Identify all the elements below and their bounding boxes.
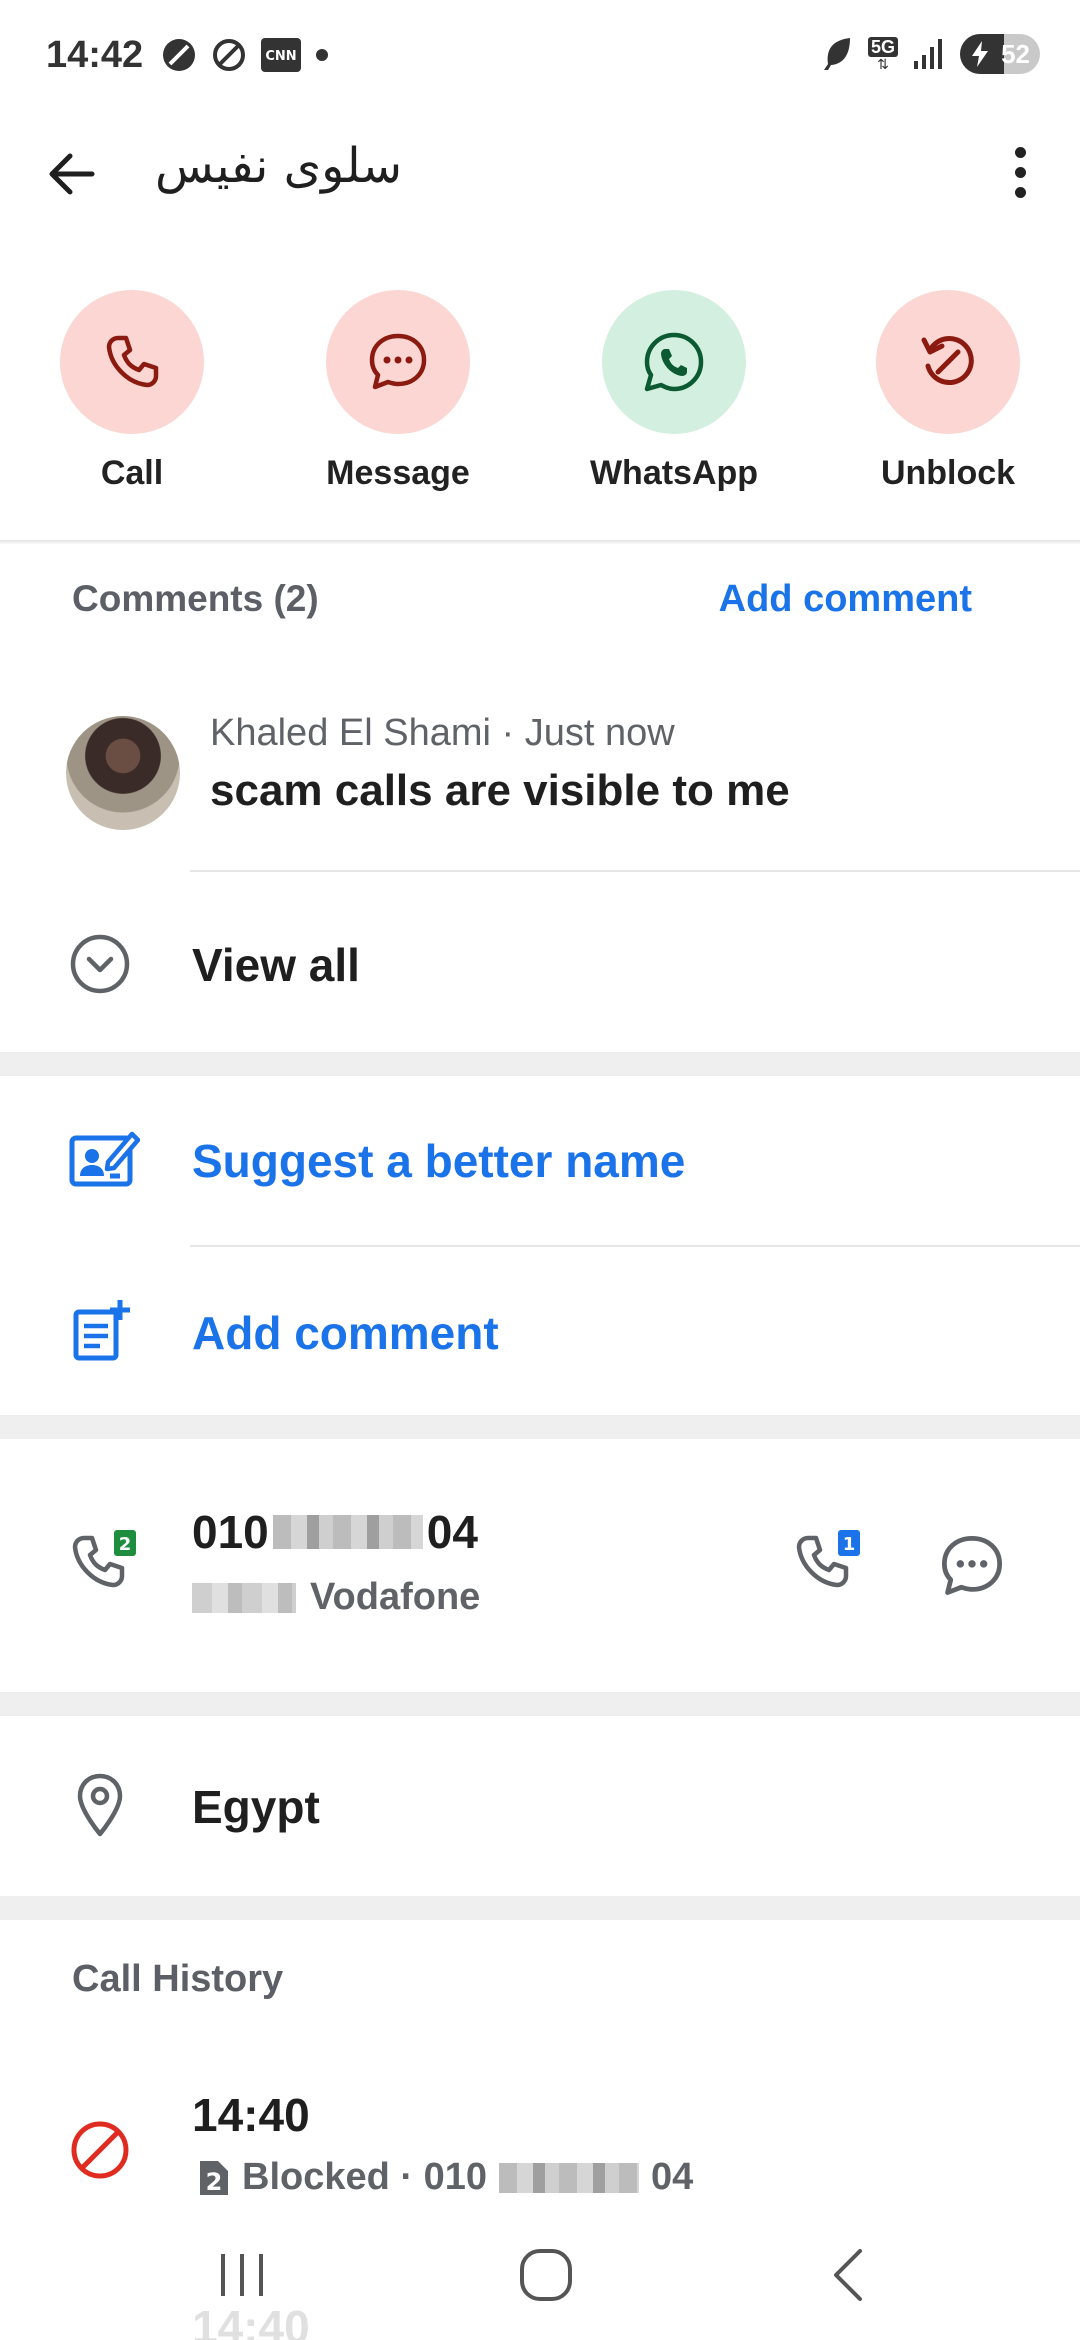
call-sim1-button[interactable]: 1 [792,1530,864,1607]
add-comment-link[interactable]: Add comment [719,578,972,621]
note-add-icon [73,1300,130,1361]
add-comment-row[interactable]: Add comment [0,1250,1080,1410]
phone-number-row[interactable]: 2 [0,1440,1080,1690]
redacted-country [192,1582,296,1613]
phone-icon: 2 [72,1530,136,1588]
whatsapp-icon [644,332,704,392]
sim-number: 2 [206,2168,223,2196]
status-bar: 14:42 CNN 5G ⇅ 52 [0,0,1080,110]
message-label: Message [326,454,470,492]
svg-text:CNN: CNN [266,49,297,64]
arrow-back-icon [49,153,95,195]
recents-icon [221,2254,263,2296]
more-vert-icon [1014,146,1026,158]
add-comment-label: Add comment [192,1307,499,1359]
dnd-icon [163,39,196,71]
cnn-icon: CNN [261,38,302,72]
leaf-icon [823,38,850,70]
expand-circle-icon [70,934,130,994]
whatsapp-button[interactable] [602,290,746,434]
sim-badge: 1 [843,1534,856,1555]
blocked-call-icon [71,2121,129,2179]
suggest-name-row[interactable]: Suggest a better name [0,1080,1080,1240]
sim-icon: 2 [200,2160,228,2196]
redacted-digits [272,1515,423,1549]
chat-icon [369,333,427,390]
section-separator [0,1052,1080,1076]
call-detail: 2 Blocked · 010 04 [196,2156,693,2199]
comments-header: Comments (2) [72,578,319,619]
quick-actions: Call Message WhatsApp Unblock [0,290,1080,540]
redacted-digits [499,2162,639,2193]
back-chevron-icon [834,2249,862,2301]
avatar [66,716,180,830]
phone-number: 010 04 [192,1505,478,1559]
network-label: 5G [867,37,898,57]
home-icon [520,2249,572,2301]
call-status: Blocked · 010 [242,2156,487,2198]
unblock-action[interactable]: Unblock [848,290,1048,493]
unblock-icon [921,336,974,385]
home-button[interactable] [506,2240,586,2310]
section-separator [0,1415,1080,1439]
view-all-row[interactable]: View all [0,900,1080,1050]
status-time: 14:42 [46,33,144,76]
call-number-suffix: 04 [651,2156,694,2198]
chat-icon [941,1535,1003,1595]
comment-item[interactable]: Khaled El Shami · Just now scam calls ar… [0,700,1080,870]
blocked-icon [213,39,246,71]
unblock-button[interactable] [876,290,1020,434]
battery-level: 52 [1001,38,1030,69]
suggest-name-label: Suggest a better name [192,1135,686,1187]
sim-badge: 2 [119,1534,132,1555]
section-separator [0,1896,1080,1920]
call-button[interactable] [60,290,204,434]
app-bar: سلوى نفيس [0,110,1080,235]
battery-icon: 52 [960,34,1040,74]
whatsapp-label: WhatsApp [589,454,759,492]
location-label: Egypt [192,1781,320,1833]
message-number-button[interactable] [938,1532,1006,1605]
back-nav-button[interactable] [808,2240,888,2310]
more-options-button[interactable] [990,140,1050,204]
call-action[interactable]: Call [32,290,232,493]
whatsapp-action[interactable]: WhatsApp [574,290,774,493]
location-row: Egypt [0,1716,1080,1896]
comment-meta: Khaled El Shami · Just now [210,712,675,754]
unblock-label: Unblock [880,454,1016,492]
recents-button[interactable] [202,2240,282,2310]
call-time: 14:40 [192,2089,310,2141]
divider [190,870,1080,872]
system-nav-bar [0,2220,1080,2330]
phone-icon: 1 [796,1530,860,1588]
message-action[interactable]: Message [298,290,498,493]
back-button[interactable] [40,142,104,206]
carrier-info: Vodafone [192,1576,480,1619]
carrier-name: Vodafone [310,1576,481,1618]
message-button[interactable] [326,290,470,434]
call-label: Call [100,454,164,492]
comment-text: scam calls are visible to me [210,766,790,815]
signal-icon [914,39,942,69]
phone-icon [106,335,159,388]
edit-contact-icon [69,1131,140,1187]
phone-suffix: 04 [426,1506,478,1558]
call-history-header: Call History [72,1958,284,2000]
divider [190,1245,1080,1247]
dot-icon [316,49,329,61]
divider [0,540,1080,544]
view-all-label: View all [192,939,360,991]
location-pin-icon [77,1773,123,1837]
phone-prefix: 010 [192,1506,269,1558]
call-sim2-button[interactable]: 2 [68,1530,140,1607]
contact-title: سلوى نفيس [155,138,403,194]
section-separator [0,1692,1080,1716]
